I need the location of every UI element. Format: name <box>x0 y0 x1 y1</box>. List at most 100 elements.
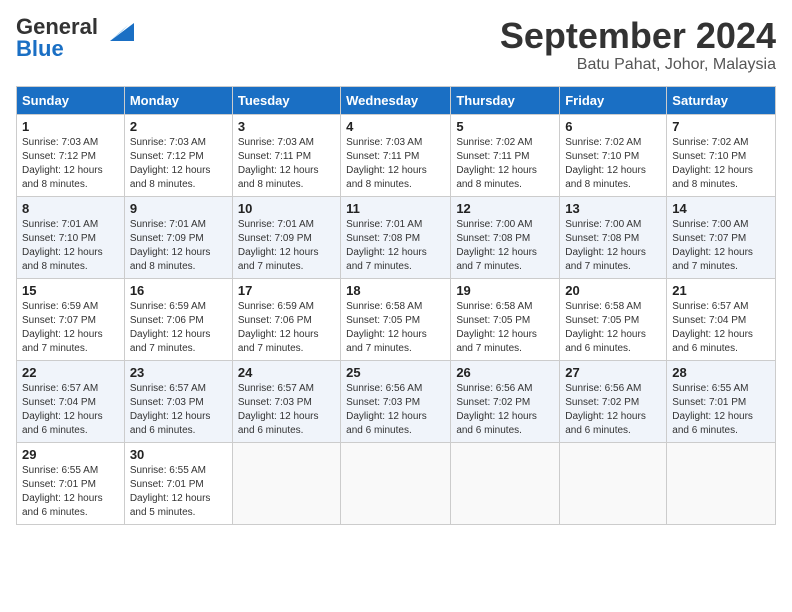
calendar-cell: 7 Sunrise: 7:02 AM Sunset: 7:10 PM Dayli… <box>667 114 776 196</box>
day-number: 5 <box>456 119 554 134</box>
day-info: Sunrise: 7:00 AM Sunset: 7:08 PM Dayligh… <box>456 218 554 274</box>
calendar-cell: 21 Sunrise: 6:57 AM Sunset: 7:04 PM Dayl… <box>667 278 776 360</box>
day-number: 24 <box>238 365 335 380</box>
calendar-cell: 10 Sunrise: 7:01 AM Sunset: 7:09 PM Dayl… <box>232 196 340 278</box>
day-number: 8 <box>22 201 119 216</box>
day-number: 2 <box>130 119 227 134</box>
calendar-cell: 3 Sunrise: 7:03 AM Sunset: 7:11 PM Dayli… <box>232 114 340 196</box>
day-info: Sunrise: 7:03 AM Sunset: 7:11 PM Dayligh… <box>346 136 445 192</box>
month-title: September 2024 <box>500 16 776 56</box>
day-number: 1 <box>22 119 119 134</box>
logo: General Blue <box>16 16 134 60</box>
calendar-cell: 27 Sunrise: 6:56 AM Sunset: 7:02 PM Dayl… <box>560 360 667 442</box>
day-info: Sunrise: 6:58 AM Sunset: 7:05 PM Dayligh… <box>456 300 554 356</box>
day-info: Sunrise: 6:58 AM Sunset: 7:05 PM Dayligh… <box>346 300 445 356</box>
day-number: 20 <box>565 283 661 298</box>
day-info: Sunrise: 7:01 AM Sunset: 7:08 PM Dayligh… <box>346 218 445 274</box>
calendar-header-wednesday: Wednesday <box>341 86 451 114</box>
day-number: 29 <box>22 447 119 462</box>
day-info: Sunrise: 6:59 AM Sunset: 7:07 PM Dayligh… <box>22 300 119 356</box>
logo-blue: Blue <box>16 36 64 61</box>
calendar-cell: 25 Sunrise: 6:56 AM Sunset: 7:03 PM Dayl… <box>341 360 451 442</box>
day-number: 26 <box>456 365 554 380</box>
calendar-cell: 26 Sunrise: 6:56 AM Sunset: 7:02 PM Dayl… <box>451 360 560 442</box>
day-info: Sunrise: 6:55 AM Sunset: 7:01 PM Dayligh… <box>672 382 770 438</box>
calendar-cell <box>451 442 560 524</box>
calendar-cell: 5 Sunrise: 7:02 AM Sunset: 7:11 PM Dayli… <box>451 114 560 196</box>
calendar-week-row: 1 Sunrise: 7:03 AM Sunset: 7:12 PM Dayli… <box>17 114 776 196</box>
location-title: Batu Pahat, Johor, Malaysia <box>500 56 776 74</box>
calendar-cell: 2 Sunrise: 7:03 AM Sunset: 7:12 PM Dayli… <box>124 114 232 196</box>
day-info: Sunrise: 7:01 AM Sunset: 7:10 PM Dayligh… <box>22 218 119 274</box>
calendar-cell: 9 Sunrise: 7:01 AM Sunset: 7:09 PM Dayli… <box>124 196 232 278</box>
calendar-cell: 17 Sunrise: 6:59 AM Sunset: 7:06 PM Dayl… <box>232 278 340 360</box>
day-number: 21 <box>672 283 770 298</box>
day-number: 10 <box>238 201 335 216</box>
day-number: 27 <box>565 365 661 380</box>
day-info: Sunrise: 7:01 AM Sunset: 7:09 PM Dayligh… <box>238 218 335 274</box>
page-header: General Blue September 2024 Batu Pahat, … <box>16 16 776 74</box>
day-info: Sunrise: 6:56 AM Sunset: 7:03 PM Dayligh… <box>346 382 445 438</box>
calendar-cell: 20 Sunrise: 6:58 AM Sunset: 7:05 PM Dayl… <box>560 278 667 360</box>
day-info: Sunrise: 6:57 AM Sunset: 7:03 PM Dayligh… <box>130 382 227 438</box>
calendar-week-row: 29 Sunrise: 6:55 AM Sunset: 7:01 PM Dayl… <box>17 442 776 524</box>
day-number: 18 <box>346 283 445 298</box>
calendar-cell <box>560 442 667 524</box>
day-info: Sunrise: 7:00 AM Sunset: 7:08 PM Dayligh… <box>565 218 661 274</box>
day-info: Sunrise: 7:02 AM Sunset: 7:10 PM Dayligh… <box>672 136 770 192</box>
day-number: 28 <box>672 365 770 380</box>
calendar-header-monday: Monday <box>124 86 232 114</box>
calendar-cell: 8 Sunrise: 7:01 AM Sunset: 7:10 PM Dayli… <box>17 196 125 278</box>
calendar-header-tuesday: Tuesday <box>232 86 340 114</box>
day-number: 3 <box>238 119 335 134</box>
day-info: Sunrise: 7:02 AM Sunset: 7:11 PM Dayligh… <box>456 136 554 192</box>
calendar-cell: 30 Sunrise: 6:55 AM Sunset: 7:01 PM Dayl… <box>124 442 232 524</box>
day-info: Sunrise: 6:56 AM Sunset: 7:02 PM Dayligh… <box>565 382 661 438</box>
calendar-cell: 16 Sunrise: 6:59 AM Sunset: 7:06 PM Dayl… <box>124 278 232 360</box>
calendar-header-row: SundayMondayTuesdayWednesdayThursdayFrid… <box>17 86 776 114</box>
day-info: Sunrise: 6:57 AM Sunset: 7:04 PM Dayligh… <box>22 382 119 438</box>
calendar-cell: 24 Sunrise: 6:57 AM Sunset: 7:03 PM Dayl… <box>232 360 340 442</box>
day-info: Sunrise: 7:03 AM Sunset: 7:12 PM Dayligh… <box>130 136 227 192</box>
day-info: Sunrise: 6:56 AM Sunset: 7:02 PM Dayligh… <box>456 382 554 438</box>
calendar-cell <box>667 442 776 524</box>
day-info: Sunrise: 7:03 AM Sunset: 7:11 PM Dayligh… <box>238 136 335 192</box>
day-number: 14 <box>672 201 770 216</box>
logo-icon <box>102 13 134 45</box>
calendar-cell: 1 Sunrise: 7:03 AM Sunset: 7:12 PM Dayli… <box>17 114 125 196</box>
day-number: 16 <box>130 283 227 298</box>
calendar-week-row: 15 Sunrise: 6:59 AM Sunset: 7:07 PM Dayl… <box>17 278 776 360</box>
day-number: 25 <box>346 365 445 380</box>
day-number: 23 <box>130 365 227 380</box>
calendar-cell: 11 Sunrise: 7:01 AM Sunset: 7:08 PM Dayl… <box>341 196 451 278</box>
day-number: 7 <box>672 119 770 134</box>
calendar-cell: 29 Sunrise: 6:55 AM Sunset: 7:01 PM Dayl… <box>17 442 125 524</box>
day-number: 4 <box>346 119 445 134</box>
calendar-cell: 22 Sunrise: 6:57 AM Sunset: 7:04 PM Dayl… <box>17 360 125 442</box>
logo-text: General Blue <box>16 16 98 60</box>
calendar-header-thursday: Thursday <box>451 86 560 114</box>
day-number: 11 <box>346 201 445 216</box>
day-info: Sunrise: 7:01 AM Sunset: 7:09 PM Dayligh… <box>130 218 227 274</box>
day-number: 6 <box>565 119 661 134</box>
calendar-cell: 28 Sunrise: 6:55 AM Sunset: 7:01 PM Dayl… <box>667 360 776 442</box>
calendar-header-sunday: Sunday <box>17 86 125 114</box>
day-number: 15 <box>22 283 119 298</box>
calendar-cell: 6 Sunrise: 7:02 AM Sunset: 7:10 PM Dayli… <box>560 114 667 196</box>
calendar-cell: 15 Sunrise: 6:59 AM Sunset: 7:07 PM Dayl… <box>17 278 125 360</box>
calendar-header-friday: Friday <box>560 86 667 114</box>
calendar-cell: 18 Sunrise: 6:58 AM Sunset: 7:05 PM Dayl… <box>341 278 451 360</box>
day-info: Sunrise: 6:55 AM Sunset: 7:01 PM Dayligh… <box>130 464 227 520</box>
calendar-cell: 13 Sunrise: 7:00 AM Sunset: 7:08 PM Dayl… <box>560 196 667 278</box>
day-info: Sunrise: 7:02 AM Sunset: 7:10 PM Dayligh… <box>565 136 661 192</box>
calendar-header-saturday: Saturday <box>667 86 776 114</box>
day-info: Sunrise: 6:59 AM Sunset: 7:06 PM Dayligh… <box>130 300 227 356</box>
day-info: Sunrise: 6:57 AM Sunset: 7:04 PM Dayligh… <box>672 300 770 356</box>
day-number: 22 <box>22 365 119 380</box>
calendar-cell: 19 Sunrise: 6:58 AM Sunset: 7:05 PM Dayl… <box>451 278 560 360</box>
day-number: 9 <box>130 201 227 216</box>
day-info: Sunrise: 6:58 AM Sunset: 7:05 PM Dayligh… <box>565 300 661 356</box>
day-info: Sunrise: 7:03 AM Sunset: 7:12 PM Dayligh… <box>22 136 119 192</box>
calendar-cell: 12 Sunrise: 7:00 AM Sunset: 7:08 PM Dayl… <box>451 196 560 278</box>
calendar-week-row: 8 Sunrise: 7:01 AM Sunset: 7:10 PM Dayli… <box>17 196 776 278</box>
